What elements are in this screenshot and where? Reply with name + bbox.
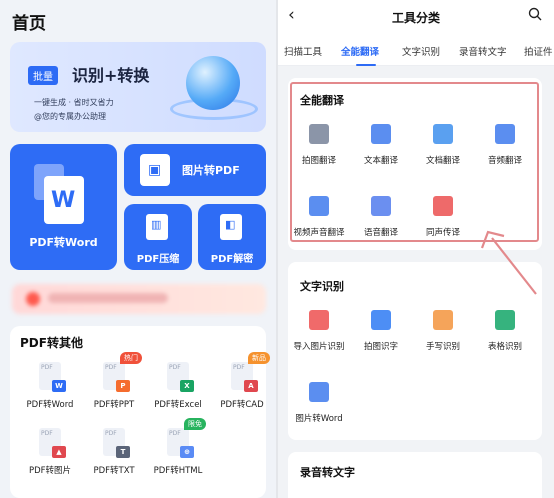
- image-to-pdf-label: 图片转PDF: [182, 164, 240, 177]
- pdf-file-icon: PDF A: [231, 362, 258, 392]
- pdf-convert-item[interactable]: PDF P PDF转PPT 热门: [82, 352, 146, 410]
- pdf-file-icon: PDF W: [39, 362, 66, 392]
- pdf-compress-card[interactable]: ▥ PDF压缩: [124, 204, 192, 270]
- format-badge-icon: ▲: [52, 446, 66, 458]
- pdf-convert-label: PDF转TXT: [93, 466, 135, 476]
- banner-line2: @您的专属办公助理: [34, 112, 106, 121]
- format-badge-icon: T: [116, 446, 130, 458]
- format-badge-icon: ⊕: [180, 446, 194, 458]
- pdf-convert-title: PDF转其他: [20, 336, 83, 350]
- pdf-convert-label: PDF转PPT: [93, 400, 135, 410]
- pdf-convert-item[interactable]: PDF A PDF转CAD 新品: [210, 352, 274, 410]
- pdf-convert-item[interactable]: PDF X PDF转Excel: [146, 362, 210, 410]
- pdf-convert-label: PDF转CAD: [220, 400, 264, 410]
- banner-sphere-graphic: [186, 56, 240, 110]
- word-doc-icon: W: [44, 176, 84, 224]
- pdf-to-word-card[interactable]: W PDF转Word: [10, 144, 117, 270]
- pdf-convert-label: PDF转HTML: [153, 466, 203, 476]
- pdf-convert-item[interactable]: PDF ⊕ PDF转HTML 限免: [146, 418, 210, 476]
- pdf-compress-label: PDF压缩: [136, 254, 180, 265]
- pdf-convert-label: PDF转Excel: [154, 400, 202, 410]
- format-badge-icon: A: [244, 380, 258, 392]
- ad-text-placeholder: [48, 293, 168, 303]
- carousel-dots: [134, 124, 162, 128]
- pdf-file-icon: PDF X: [167, 362, 194, 392]
- zip-icon: ▥: [146, 214, 168, 240]
- pdf-convert-label: PDF转图片: [28, 466, 72, 476]
- pdf-file-icon: PDF ▲: [39, 428, 66, 458]
- image-pdf-icon: ▣: [140, 154, 170, 186]
- ad-icon: [26, 292, 40, 306]
- format-badge-icon: X: [180, 380, 194, 392]
- banner-headline: 识别+转换: [72, 66, 150, 85]
- pdf-convert-label: PDF转Word: [26, 400, 74, 410]
- pdf-convert-panel: PDF转其他 PDF W PDF转Word PDF P PDF转PPT 热门 PDF X PDF转…: [10, 326, 270, 498]
- banner-line1: 一键生成 · 省时又省力: [34, 98, 114, 107]
- pdf-file-icon: PDF P: [103, 362, 130, 392]
- pdf-decrypt-card[interactable]: ◧ PDF解密: [198, 204, 266, 270]
- feature-tag-badge: 热门: [120, 352, 142, 364]
- annotation-arrow: [480, 230, 537, 295]
- pdf-file-icon: PDF T: [103, 428, 130, 458]
- pdf-convert-item[interactable]: PDF T PDF转TXT: [82, 428, 146, 476]
- pdf-to-word-label: PDF转Word: [29, 236, 98, 249]
- batch-tag: 批量: [28, 66, 58, 85]
- feature-tag-badge: 新品: [248, 352, 270, 364]
- pdf-convert-item[interactable]: PDF ▲ PDF转图片: [18, 428, 82, 476]
- pdf-convert-item[interactable]: PDF W PDF转Word: [18, 362, 82, 410]
- format-badge-icon: P: [116, 380, 130, 392]
- blurred-ad-bar[interactable]: [12, 284, 266, 314]
- promo-banner[interactable]: 批量 识别+转换 一键生成 · 省时又省力 @您的专属办公助理: [10, 42, 266, 132]
- home-screen: 首页 批量 识别+转换 一键生成 · 省时又省力 @您的专属办公助理 W PDF…: [0, 0, 276, 498]
- unlock-pdf-icon: ◧: [220, 214, 242, 240]
- pdf-file-icon: PDF ⊕: [167, 428, 194, 458]
- format-badge-icon: W: [52, 380, 66, 392]
- feature-tag-badge: 限免: [184, 418, 206, 430]
- image-to-pdf-card[interactable]: ▣ 图片转PDF: [124, 144, 266, 196]
- home-title: 首页: [12, 14, 46, 34]
- pdf-decrypt-label: PDF解密: [210, 254, 254, 265]
- tool-category-screen: ‹ 工具分类 扫描工具 全能翻译 文字识别 录音转文字 拍证件 全能翻译 拍图翻…: [278, 0, 554, 498]
